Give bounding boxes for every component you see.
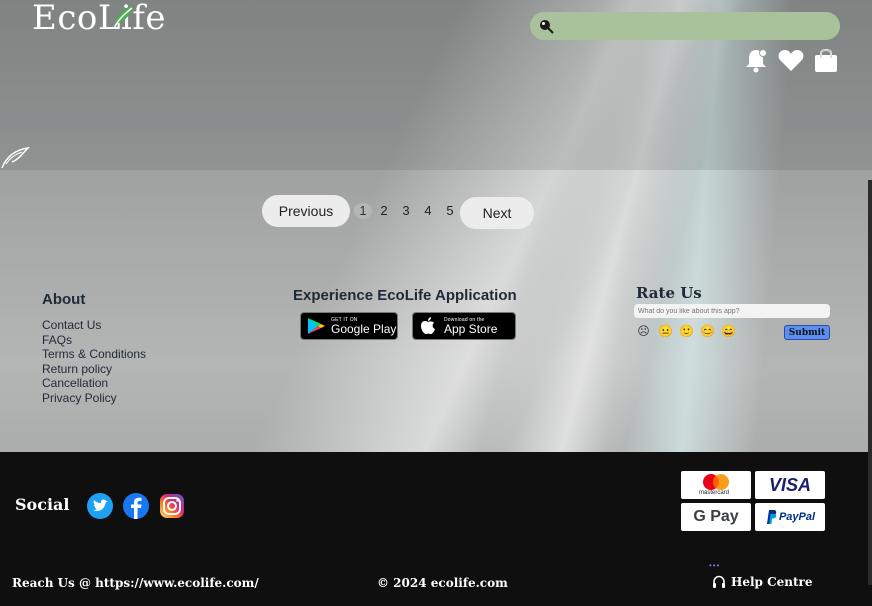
next-button[interactable]: Next: [460, 197, 534, 229]
smile-face-icon[interactable]: 😊: [700, 325, 715, 338]
facebook-icon[interactable]: [123, 493, 149, 519]
previous-button[interactable]: Previous: [262, 195, 350, 227]
rating-feedback-input[interactable]: [634, 304, 830, 318]
page-2-link[interactable]: 2: [375, 203, 393, 219]
scrollbar[interactable]: [868, 180, 872, 585]
very-sad-face-icon[interactable]: ☹: [637, 325, 650, 338]
google-play-big-text: Google Play: [331, 322, 397, 336]
page-3-link[interactable]: 3: [397, 203, 415, 219]
privacy-policy-link[interactable]: Privacy Policy: [42, 391, 146, 406]
terms-link[interactable]: Terms & Conditions: [42, 347, 146, 362]
google-play-button[interactable]: GET IT ON Google Play: [300, 312, 398, 340]
paypal-text: PayPal: [778, 511, 816, 523]
paypal-logo-icon: [766, 510, 777, 524]
heart-icon[interactable]: [777, 47, 805, 73]
cancellation-link[interactable]: Cancellation: [42, 376, 146, 391]
page-1-link[interactable]: 1: [354, 203, 372, 219]
search-input[interactable]: [560, 16, 830, 36]
rate-us-title: Rate Us: [636, 284, 702, 302]
neutral-face-icon[interactable]: 😐: [658, 325, 673, 338]
visa-text: VISA: [768, 474, 811, 495]
gpay-text: G Pay: [693, 508, 739, 525]
headphones-icon: [713, 575, 725, 588]
notification-bell-icon[interactable]: [742, 47, 770, 73]
search-bar[interactable]: [530, 12, 840, 40]
copyright-text: © 2024 ecolife.com: [377, 576, 508, 590]
gpay-card: G Pay: [681, 503, 751, 531]
slight-smile-face-icon[interactable]: 🙂: [679, 325, 694, 338]
app-store-button[interactable]: Download on the App Store: [412, 312, 516, 340]
instagram-icon[interactable]: [159, 493, 185, 519]
social-label: Social: [15, 495, 70, 514]
reach-us-text[interactable]: Reach Us @ https://www.ecolife.com/: [12, 576, 259, 590]
faqs-link[interactable]: FAQs: [42, 333, 146, 348]
contact-us-link[interactable]: Contact Us: [42, 318, 146, 333]
return-policy-link[interactable]: Return policy: [42, 362, 146, 377]
search-icon[interactable]: [538, 18, 554, 34]
grin-face-icon[interactable]: 😄: [721, 325, 736, 338]
app-section-title: Experience EcoLife Application: [293, 287, 517, 304]
logo-text: EcoLife: [32, 0, 166, 38]
apple-icon: [421, 317, 435, 335]
help-centre-link[interactable]: Help Centre: [712, 575, 813, 589]
help-centre-label: Help Centre: [731, 575, 813, 589]
mastercard-card: mastercard: [681, 471, 751, 499]
rating-faces: ☹ 😐 🙂 😊 😄: [637, 325, 736, 338]
leaf-outline-icon: [1, 146, 30, 169]
google-play-icon: [308, 318, 325, 334]
about-links: Contact Us FAQs Terms & Conditions Retur…: [42, 318, 146, 405]
visa-card: VISA: [755, 471, 825, 499]
mastercard-text: mastercard: [699, 490, 730, 496]
logo[interactable]: EcoLife: [32, 0, 166, 38]
leaf-icon: [113, 6, 134, 29]
header: EcoLife: [0, 0, 872, 170]
about-title: About: [42, 291, 86, 308]
paypal-card: PayPal: [755, 503, 825, 531]
app-store-big-text: App Store: [444, 322, 498, 336]
page-5-link[interactable]: 5: [441, 203, 459, 219]
page-4-link[interactable]: 4: [419, 203, 437, 219]
twitter-icon[interactable]: [87, 493, 113, 519]
submit-rating-button[interactable]: Submit: [784, 325, 830, 340]
more-dots: •••: [709, 561, 721, 570]
shopping-bag-icon[interactable]: [812, 47, 840, 73]
